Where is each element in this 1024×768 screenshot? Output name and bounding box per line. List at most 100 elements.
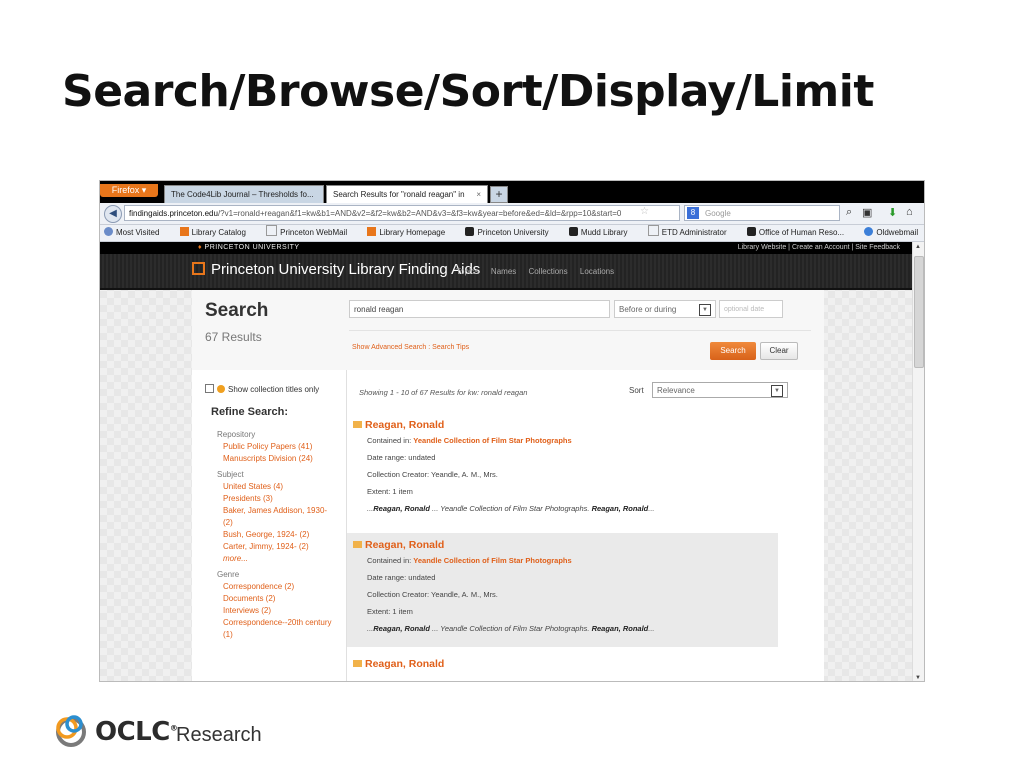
scroll-down-icon[interactable]: ▼ xyxy=(915,675,921,681)
facet-item[interactable]: Presidents (3) xyxy=(217,493,339,505)
nav-topics[interactable]: Topics xyxy=(456,267,479,276)
result-snippet: ...Reagan, Ronald ... Yeandle Collection… xyxy=(367,624,655,633)
facet-more-link[interactable]: more... xyxy=(217,553,339,565)
facet-item[interactable]: Bush, George, 1924- (2) xyxy=(217,529,339,541)
result-extent: Extent: 1 item xyxy=(367,487,413,496)
oclc-research-label: Research xyxy=(176,724,262,746)
facet-heading-subject: Subject xyxy=(217,470,244,479)
result-title[interactable]: Reagan, Ronald xyxy=(353,539,778,551)
result-title[interactable]: Reagan, Ronald xyxy=(353,419,778,431)
ship-icon xyxy=(864,227,874,236)
bookmark-library-catalog[interactable]: Library Catalog xyxy=(179,227,255,237)
princeton-university-logo[interactable]: PRINCETON UNIVERSITY xyxy=(198,242,300,254)
bookmark-star-icon[interactable]: ☆ xyxy=(640,206,649,217)
facet-heading-genre: Genre xyxy=(217,570,240,579)
tab-search-results[interactable]: Search Results for "ronald reagan" in × xyxy=(326,185,488,203)
date-input[interactable]: optional date xyxy=(719,300,783,318)
nav-collections[interactable]: Collections xyxy=(529,267,568,276)
advanced-search-links[interactable]: Show Advanced Search : Search Tips xyxy=(352,344,469,351)
close-tab-icon[interactable]: × xyxy=(476,186,481,203)
browser-nav-bar: ◀ findingaids.princeton.edu/?v1=ronald+r… xyxy=(100,203,924,225)
chevron-down-icon: ▼ xyxy=(699,304,711,316)
browser-tab-bar: Firefox ▾ The Code4Lib Journal – Thresho… xyxy=(100,181,924,203)
princeton-library-icon xyxy=(179,227,189,236)
nav-names[interactable]: Names xyxy=(491,267,516,276)
search-input[interactable]: ronald reagan xyxy=(349,300,610,318)
sort-label: Sort xyxy=(629,386,644,395)
result-item: Reagan, Ronald xyxy=(347,652,778,681)
top-links[interactable]: Library Website | Create an Account | Si… xyxy=(738,242,900,254)
refine-sidebar: Show collection titles only Refine Searc… xyxy=(192,370,347,681)
site-title[interactable]: Princeton University Library Finding Aid… xyxy=(192,261,480,278)
collection-titles-checkbox[interactable]: Show collection titles only xyxy=(205,384,319,394)
bookmark-etd-administrator[interactable]: ETD Administrator xyxy=(647,225,736,237)
bookmark-oldwebmail[interactable]: Oldwebmail xyxy=(864,227,924,237)
bookmark-princeton-university[interactable]: Princeton University xyxy=(465,227,557,237)
web-page: PRINCETON UNIVERSITY Library Website | C… xyxy=(100,242,914,681)
facet-item[interactable]: Public Policy Papers (41) xyxy=(217,441,339,453)
princeton-library-icon xyxy=(367,227,377,236)
url-bar[interactable]: findingaids.princeton.edu/?v1=ronald+rea… xyxy=(124,205,680,221)
result-contained-in: Contained in: Yeandle Collection of Film… xyxy=(367,556,572,565)
facet-item[interactable]: Documents (2) xyxy=(217,593,339,605)
folder-icon xyxy=(353,660,362,667)
search-panel: Search 67 Results ronald reagan Before o… xyxy=(192,290,824,371)
result-item: Reagan, Ronald Contained in: Yeandle Col… xyxy=(347,413,778,527)
collection-icon xyxy=(217,385,225,393)
facet-item[interactable]: Correspondence--20th century (1) xyxy=(217,617,339,641)
date-mode-select[interactable]: Before or during ▼ xyxy=(614,300,716,318)
browser-screenshot: Firefox ▾ The Code4Lib Journal – Thresho… xyxy=(99,180,925,682)
nav-locations[interactable]: Locations xyxy=(580,267,614,276)
folder-icon xyxy=(353,541,362,548)
folder-icon xyxy=(353,421,362,428)
google-icon: 8 xyxy=(687,207,699,219)
results-summary: Showing 1 - 10 of 67 Results for kw: ron… xyxy=(359,388,528,397)
facet-item[interactable]: United States (4) xyxy=(217,481,339,493)
result-title[interactable]: Reagan, Ronald xyxy=(353,658,778,670)
refine-title: Refine Search: xyxy=(211,406,289,418)
most-visited-icon xyxy=(104,227,113,236)
scrollbar-thumb[interactable] xyxy=(914,256,924,368)
page-icon xyxy=(266,225,278,236)
magnifier-icon[interactable]: ⌕ xyxy=(846,206,852,219)
search-button[interactable]: Search xyxy=(710,342,756,360)
site-nav: Topics Names Collections Locations xyxy=(456,267,624,276)
facet-item[interactable]: Correspondence (2) xyxy=(217,581,339,593)
bookmark-most-visited[interactable]: Most Visited xyxy=(104,227,168,237)
bookmark-princeton-webmail[interactable]: Princeton WebMail xyxy=(266,225,356,237)
facet-heading-repository: Repository xyxy=(217,430,256,439)
university-bar: PRINCETON UNIVERSITY Library Website | C… xyxy=(100,242,914,254)
tab-code4lib[interactable]: The Code4Lib Journal – Thresholds fo...× xyxy=(164,185,324,203)
bookmark-library-homepage[interactable]: Library Homepage xyxy=(367,227,454,237)
clear-button[interactable]: Clear xyxy=(760,342,798,360)
scroll-up-icon[interactable]: ▲ xyxy=(915,244,921,250)
bookmark-mudd-library[interactable]: Mudd Library xyxy=(568,227,637,237)
firefox-menu-button[interactable]: Firefox ▾ xyxy=(100,184,158,197)
browser-search-input[interactable]: 8 Google xyxy=(684,205,840,221)
collection-link[interactable]: Yeandle Collection of Film Star Photogra… xyxy=(413,436,571,445)
oclc-swirl-icon xyxy=(56,715,86,747)
home-icon[interactable]: ⌂ xyxy=(906,206,913,218)
page-scrollbar[interactable]: ▲ ▼ xyxy=(912,242,924,681)
results-count: 67 Results xyxy=(205,330,262,344)
facet-item[interactable]: Carter, Jimmy, 1924- (2) xyxy=(217,541,339,553)
search-heading: Search xyxy=(205,300,269,321)
slide-title: Search/Browse/Sort/Display/Limit xyxy=(62,66,874,117)
download-arrow-icon[interactable]: ⬇ xyxy=(888,206,897,219)
facet-item[interactable]: Manuscripts Division (24) xyxy=(217,453,339,465)
back-arrow-icon[interactable]: ◀ xyxy=(104,205,122,223)
checkbox-icon[interactable] xyxy=(205,384,214,393)
bookmarks-menu-icon[interactable]: ▣ xyxy=(862,206,872,219)
result-snippet: ...Reagan, Ronald ... Yeandle Collection… xyxy=(367,504,655,513)
page-icon xyxy=(647,225,659,236)
facet-item[interactable]: Baker, James Addison, 1930- (2) xyxy=(217,505,339,529)
collection-link[interactable]: Yeandle Collection of Film Star Photogra… xyxy=(413,556,571,565)
facet-item[interactable]: Interviews (2) xyxy=(217,605,339,617)
princeton-shield-icon xyxy=(465,227,475,236)
new-tab-button[interactable]: + xyxy=(490,186,508,203)
sort-select[interactable]: Relevance ▼ xyxy=(652,382,788,398)
library-logo-icon xyxy=(192,262,205,275)
bookmark-office-human-resources[interactable]: Office of Human Reso... xyxy=(746,227,853,237)
chevron-down-icon: ▼ xyxy=(771,385,783,397)
site-header: Princeton University Library Finding Aid… xyxy=(100,254,914,290)
